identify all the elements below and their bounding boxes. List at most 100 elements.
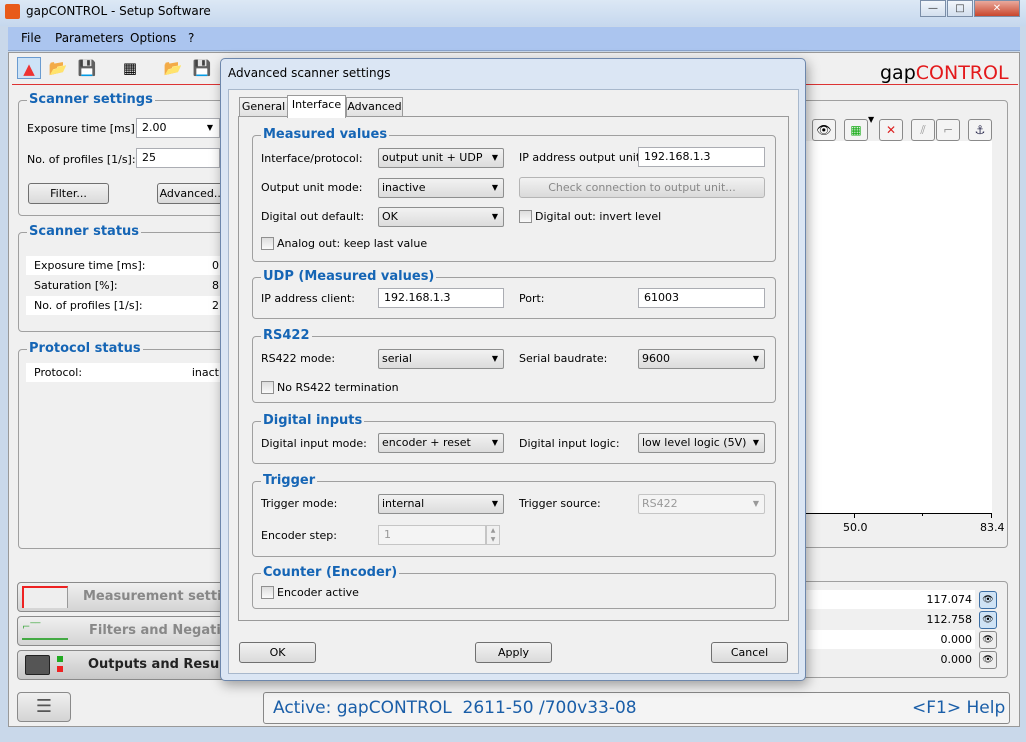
trigger-source-combo[interactable]: RS422 ▼ [638,494,765,514]
status-row: No. of profiles [1/s]: 2 [26,296,221,315]
tick [991,513,992,518]
advanced-button[interactable]: Advanced... [157,183,227,204]
result-row: 112.758 [926,613,973,626]
dialog-title: Advanced scanner settings [228,66,391,80]
logo: gapCONTROL [880,62,1009,84]
active-device: Active: gapCONTROL 2611-50 /700v33-08 [273,698,637,718]
ip-output-input[interactable]: 192.168.1.3 [638,147,765,167]
port-input[interactable]: 61003 [638,288,765,308]
tick [922,513,923,516]
filter-graph-icon: ⌐‾‾ [22,622,68,640]
digital-input-logic-combo[interactable]: low level logic (5V) ▼ [638,433,765,453]
open-settings-icon[interactable]: 📂 [161,57,185,79]
menu-bar: File Parameters Options ? [8,27,1020,51]
exposure-label: Exposure time [ms]: [27,122,139,135]
trigger-source-label: Trigger source: [519,497,601,510]
client-ip-label: IP address client: [261,292,356,305]
digital-input-mode-label: Digital input mode: [261,437,367,450]
output-mode-combo[interactable]: inactive ▼ [378,178,504,198]
measurement-settings-label: Measurement setting [83,589,241,604]
port-label: Port: [519,292,545,305]
minimize-button[interactable]: — [920,0,946,17]
scanner-icon[interactable]: ▲ [17,57,41,79]
invert-level-checkbox[interactable]: Digital out: invert level [519,210,661,223]
network-icon [25,655,50,675]
outputs-label: Outputs and Results [88,657,238,672]
apply-button[interactable]: Apply [475,642,552,663]
encoder-step-input[interactable]: 1 [378,525,486,545]
anchor-icon[interactable]: ⚓ [968,119,992,141]
eye-toggle-icon[interactable]: 👁 [979,591,997,609]
cancel-button[interactable]: Cancel [711,642,788,663]
save-settings-icon[interactable]: 💾 [190,57,214,79]
protocol-row: Protocol: inact [26,363,221,382]
app-icon [5,4,20,19]
interface-combo[interactable]: output unit + UDP ▼ [378,148,504,168]
interface-label: Interface/protocol: [261,152,363,165]
menu-file[interactable]: File [21,31,41,45]
baudrate-combo[interactable]: 9600 ▼ [638,349,765,369]
encoder-step-spinner[interactable]: ▲ ▼ [486,525,500,545]
check-connection-button[interactable]: Check connection to output unit... [519,177,765,198]
status-row: Saturation [%]: 8 [34,279,219,292]
ok-button[interactable]: OK [239,642,316,663]
baudrate-label: Serial baudrate: [519,352,608,365]
menu-toggle-button[interactable]: ☰ [17,692,71,722]
table-icon[interactable]: ▦ [118,57,142,79]
eye-icon[interactable]: 👁 [812,119,836,141]
save-profile-icon[interactable]: 💾 [75,57,99,79]
client-ip-input[interactable]: 192.168.1.3 [378,288,504,308]
x-axis [806,513,992,514]
encoder-active-checkbox[interactable]: Encoder active [261,586,359,599]
eye-toggle-icon[interactable]: 👁 [979,611,997,629]
delete-crop-icon[interactable]: ✕ [879,119,903,141]
result-row: 117.074 [800,590,975,609]
tab-interface[interactable]: Interface [287,95,346,118]
measurement-icon [22,586,68,608]
digital-out-combo[interactable]: OK ▼ [378,207,504,227]
analog-keep-checkbox[interactable]: Analog out: keep last value [261,237,427,250]
trigger-mode-label: Trigger mode: [261,497,338,510]
plot-area [806,141,992,514]
tab-advanced[interactable]: Advanced [346,97,403,117]
edge-icon[interactable]: ⫽ [911,119,935,141]
digital-out-label: Digital out default: [261,210,365,223]
status-red-icon [57,666,63,672]
maximize-button[interactable]: □ [947,0,973,17]
advanced-settings-dialog: Advanced scanner settings General Interf… [220,58,806,681]
menu-help[interactable]: ? [188,31,194,45]
digital-input-mode-combo[interactable]: encoder + reset ▼ [378,433,504,453]
window-title: gapCONTROL - Setup Software [26,4,211,18]
filter-button[interactable]: Filter... [28,183,109,204]
ip-output-label: IP address output unit: [519,151,644,164]
tick-label: 50.0 [843,521,868,534]
trigger-group: Trigger [252,473,776,557]
help-link[interactable]: <F1> Help [912,698,1005,718]
step-icon[interactable]: ⌐ [936,119,960,141]
trigger-mode-combo[interactable]: internal ▼ [378,494,504,514]
rs422-mode-combo[interactable]: serial ▼ [378,349,504,369]
tick [854,513,855,518]
open-profile-icon[interactable]: 📂 [46,57,70,79]
profiles-label: No. of profiles [1/s]: [27,153,136,166]
crop-icon[interactable]: ▦ [844,119,868,141]
output-mode-label: Output unit mode: [261,181,363,194]
exposure-combo[interactable]: 2.00 ▼ [136,118,220,138]
dropdown-arrow-icon[interactable]: ▼ [868,115,874,124]
rs422-termination-checkbox[interactable]: No RS422 termination [261,381,399,394]
status-row: Exposure time [ms]: 0 [26,256,221,275]
tab-general[interactable]: General [239,97,288,117]
filters-label: Filters and Negatio [89,623,230,638]
title-bar: gapCONTROL - Setup Software — □ ✕ [0,0,1026,26]
close-button[interactable]: ✕ [974,0,1020,17]
digital-input-logic-label: Digital input logic: [519,437,620,450]
tick-label: 83.4 [980,521,1005,534]
result-row: 0.000 [940,653,973,666]
menu-parameters[interactable]: Parameters [55,31,124,45]
eye-toggle-icon[interactable]: 👁 [979,651,997,669]
status-green-icon [57,656,63,662]
eye-toggle-icon[interactable]: 👁 [979,631,997,649]
profiles-input[interactable]: 25 [136,148,220,168]
menu-options[interactable]: Options [130,31,176,45]
rs422-mode-label: RS422 mode: [261,352,336,365]
